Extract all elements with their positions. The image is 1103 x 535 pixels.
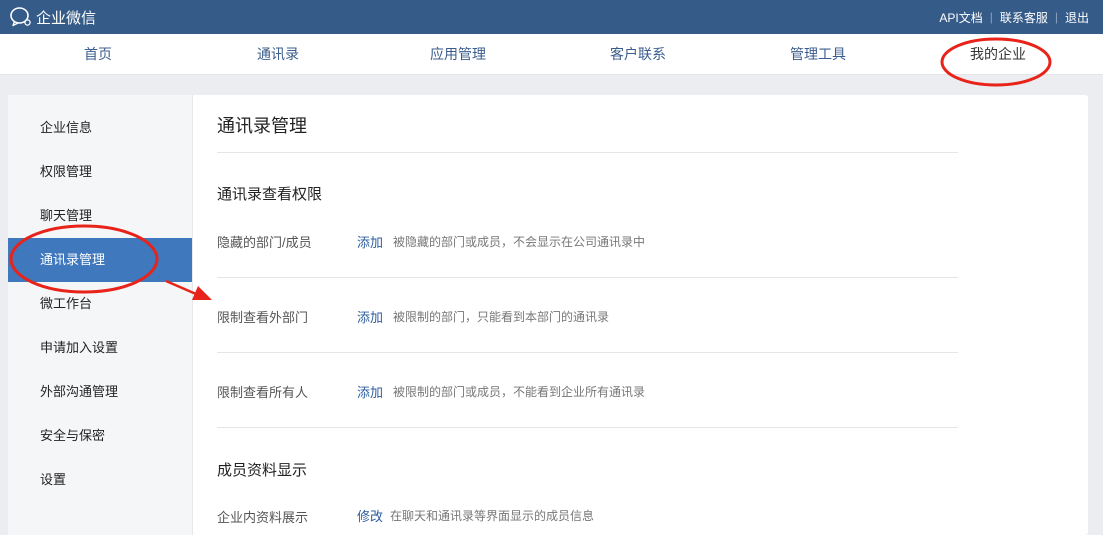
top-links: API文档 | 联系客服 | 退出 [939,0,1089,34]
content-area: 通讯录管理 通讯录查看权限 隐藏的部门/成员 添加 被隐藏的部门或成员，不会显示… [217,95,967,535]
row-desc-restrict-everyone: 被限制的部门或成员，不能看到企业所有通讯录 [393,385,646,399]
row-label-internal-profile: 企业内资料展示 [217,510,309,525]
section-title-member-profile: 成员资料显示 [217,462,308,479]
sidebar-item-company-info[interactable]: 企业信息 [8,106,192,150]
separator: | [989,10,993,24]
api-docs-link[interactable]: API文档 [939,9,982,26]
divider [217,352,958,353]
row-desc-restrict-other-depts: 被限制的部门，只能看到本部门的通讯录 [393,310,610,324]
add-restrict-everyone-link[interactable]: 添加 [357,382,383,401]
divider [217,427,958,428]
tab-home[interactable]: 首页 [8,34,188,74]
row-label-restrict-other-depts: 限制查看外部门 [217,310,309,325]
sidebar-item-micro-workbench[interactable]: 微工作台 [8,282,192,326]
section-title-view-permissions: 通讯录查看权限 [217,186,323,203]
add-restrict-other-depts-link[interactable]: 添加 [357,307,383,326]
edit-internal-profile-link[interactable]: 修改 [357,506,383,525]
main-nav: 首页 通讯录 应用管理 客户联系 管理工具 我的企业 [0,34,1103,75]
tab-my-company[interactable]: 我的企业 [908,34,1088,74]
sidebar: 企业信息 权限管理 聊天管理 通讯录管理 微工作台 申请加入设置 外部沟通管理 … [8,95,193,535]
sidebar-item-external-communication[interactable]: 外部沟通管理 [8,370,192,414]
sidebar-item-contacts-management[interactable]: 通讯录管理 [8,238,192,282]
row-label-hidden-members: 隐藏的部门/成员 [217,235,312,250]
app-name: 企业微信 [36,9,97,27]
divider [217,277,958,278]
tab-management-tools[interactable]: 管理工具 [728,34,908,74]
logout-link[interactable]: 退出 [1065,9,1089,26]
sidebar-item-permissions[interactable]: 权限管理 [8,150,192,194]
add-hidden-members-link[interactable]: 添加 [357,232,383,251]
row-label-restrict-everyone: 限制查看所有人 [217,385,309,400]
sidebar-item-security[interactable]: 安全与保密 [8,414,192,458]
contact-support-link[interactable]: 联系客服 [1000,9,1048,26]
sidebar-item-join-settings[interactable]: 申请加入设置 [8,326,192,370]
sidebar-item-chat-management[interactable]: 聊天管理 [8,194,192,238]
page-title: 通讯录管理 [217,116,307,136]
top-bar: 企业微信 API文档 | 联系客服 | 退出 [0,0,1103,34]
tab-app-management[interactable]: 应用管理 [368,34,548,74]
chat-bubble-logo-icon [9,6,33,28]
sidebar-item-settings[interactable]: 设置 [8,458,192,502]
divider [217,152,958,153]
tab-customer-contact[interactable]: 客户联系 [548,34,728,74]
brand[interactable]: 企业微信 [9,6,96,28]
row-desc-internal-profile: 在聊天和通讯录等界面显示的成员信息 [390,509,595,523]
main-panel: 企业信息 权限管理 聊天管理 通讯录管理 微工作台 申请加入设置 外部沟通管理 … [8,95,1088,535]
row-desc-hidden-members: 被隐藏的部门或成员，不会显示在公司通讯录中 [393,235,646,249]
tab-contacts[interactable]: 通讯录 [188,34,368,74]
separator: | [1054,10,1058,24]
